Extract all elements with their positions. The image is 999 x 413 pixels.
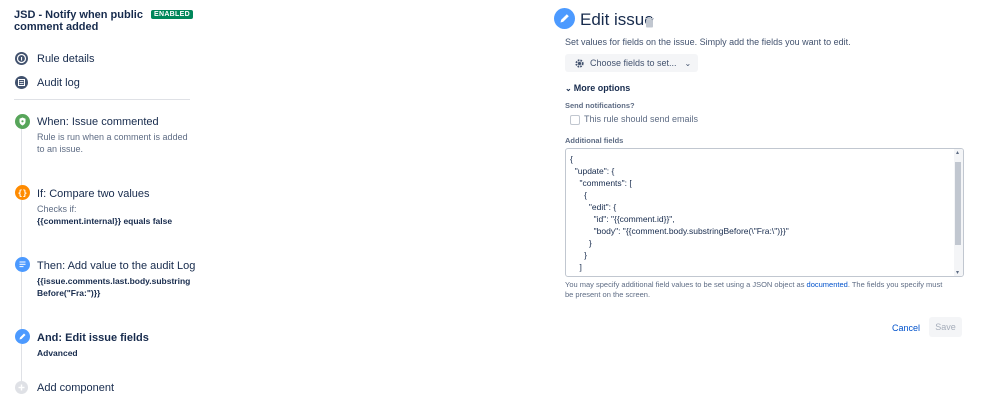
scrollbar-thumb[interactable] — [955, 162, 961, 245]
nav-audit-log-label: Audit log — [37, 76, 80, 89]
status-badge: ENABLED — [151, 10, 193, 19]
trash-icon[interactable] — [645, 15, 654, 33]
plus-icon — [15, 381, 28, 394]
info-icon — [15, 52, 28, 65]
pencil-icon — [15, 329, 30, 344]
step-action-log-detail-2: Before("Fra:")}} — [37, 288, 101, 298]
step-condition[interactable]: If: Compare two values Checks if: {{comm… — [37, 188, 197, 227]
gear-icon — [574, 58, 585, 69]
rule-title: JSD - Notify when public comment added — [14, 9, 143, 33]
documented-link[interactable]: documented — [807, 280, 848, 289]
chevron-down-icon: ⌄ — [684, 58, 692, 68]
help-prefix: You may specify additional field values … — [565, 280, 807, 289]
more-options-label: More options — [573, 83, 631, 93]
step-action-edit-title: And: Edit issue fields — [37, 332, 149, 344]
pencil-icon — [554, 8, 575, 29]
code-line: } — [570, 250, 588, 260]
step-action-edit[interactable]: And: Edit issue fields Advanced — [37, 332, 197, 359]
additional-fields-help: You may specify additional field values … — [565, 280, 950, 300]
scrollbar[interactable]: ▴ ▾ — [954, 149, 963, 276]
step-action-log-title: Then: Add value to the audit Log — [37, 260, 196, 272]
choose-fields-button[interactable]: Choose fields to set... ⌄ — [565, 54, 698, 72]
scroll-down-icon[interactable]: ▾ — [956, 269, 959, 276]
send-notifications-label: Send notifications? — [565, 101, 635, 110]
nav-rule-details-label: Rule details — [37, 52, 95, 65]
code-line: } — [570, 238, 592, 248]
code-line: "body": "{{comment.body.substringBefore(… — [570, 226, 789, 236]
add-component-label: Add component — [37, 381, 115, 394]
chevron-down-icon: ⌄ — [565, 84, 572, 93]
step-action-edit-detail: Advanced — [37, 348, 78, 358]
editor-description: Set values for fields on the issue. Simp… — [565, 37, 851, 47]
choose-fields-label: Choose fields to set... — [590, 58, 677, 68]
nav-audit-log[interactable]: Audit log — [15, 76, 80, 89]
step-condition-detail: {{comment.internal}} equals false — [37, 216, 173, 226]
step-trigger-sub: Rule is run when a comment is added to a… — [37, 132, 188, 154]
page-title: Edit issue — [580, 10, 654, 29]
list-icon — [15, 76, 28, 89]
step-action-log[interactable]: Then: Add value to the audit Log {{issue… — [37, 260, 197, 299]
divider — [14, 99, 190, 100]
shield-icon — [15, 114, 30, 129]
code-line: ] — [570, 262, 582, 272]
step-trigger[interactable]: When: Issue commented Rule is run when a… — [37, 116, 192, 155]
save-button[interactable]: Save — [929, 317, 962, 337]
document-icon — [15, 257, 30, 272]
nav-rule-details[interactable]: Rule details — [15, 52, 94, 65]
code-line: "id": "{{comment.id}}", — [570, 214, 675, 224]
add-component-button[interactable]: Add component — [15, 381, 114, 394]
step-trigger-title: When: Issue commented — [37, 116, 159, 128]
step-condition-sub: Checks if: — [37, 204, 77, 214]
scroll-up-icon[interactable]: ▴ — [956, 149, 959, 156]
code-line: "update": { — [570, 166, 615, 176]
svg-text:{}: {} — [18, 188, 28, 197]
additional-fields-textarea[interactable]: { "update": { "comments": [ { "edit": { … — [565, 148, 964, 277]
additional-fields-label: Additional fields — [565, 136, 624, 145]
send-emails-label: This rule should send emails — [584, 114, 699, 124]
cancel-button[interactable]: Cancel — [892, 323, 920, 333]
code-line: { — [570, 190, 588, 200]
send-emails-checkbox[interactable] — [570, 115, 580, 125]
code-line: "edit": { — [570, 202, 617, 212]
more-options-toggle[interactable]: ⌄ More options — [565, 83, 630, 93]
code-line: { — [570, 154, 573, 164]
code-line: "comments": [ — [570, 178, 632, 188]
step-action-log-detail-1: {{issue.comments.last.body.substring — [37, 276, 191, 286]
braces-icon: {} — [15, 185, 30, 200]
step-condition-title: If: Compare two values — [37, 188, 150, 200]
